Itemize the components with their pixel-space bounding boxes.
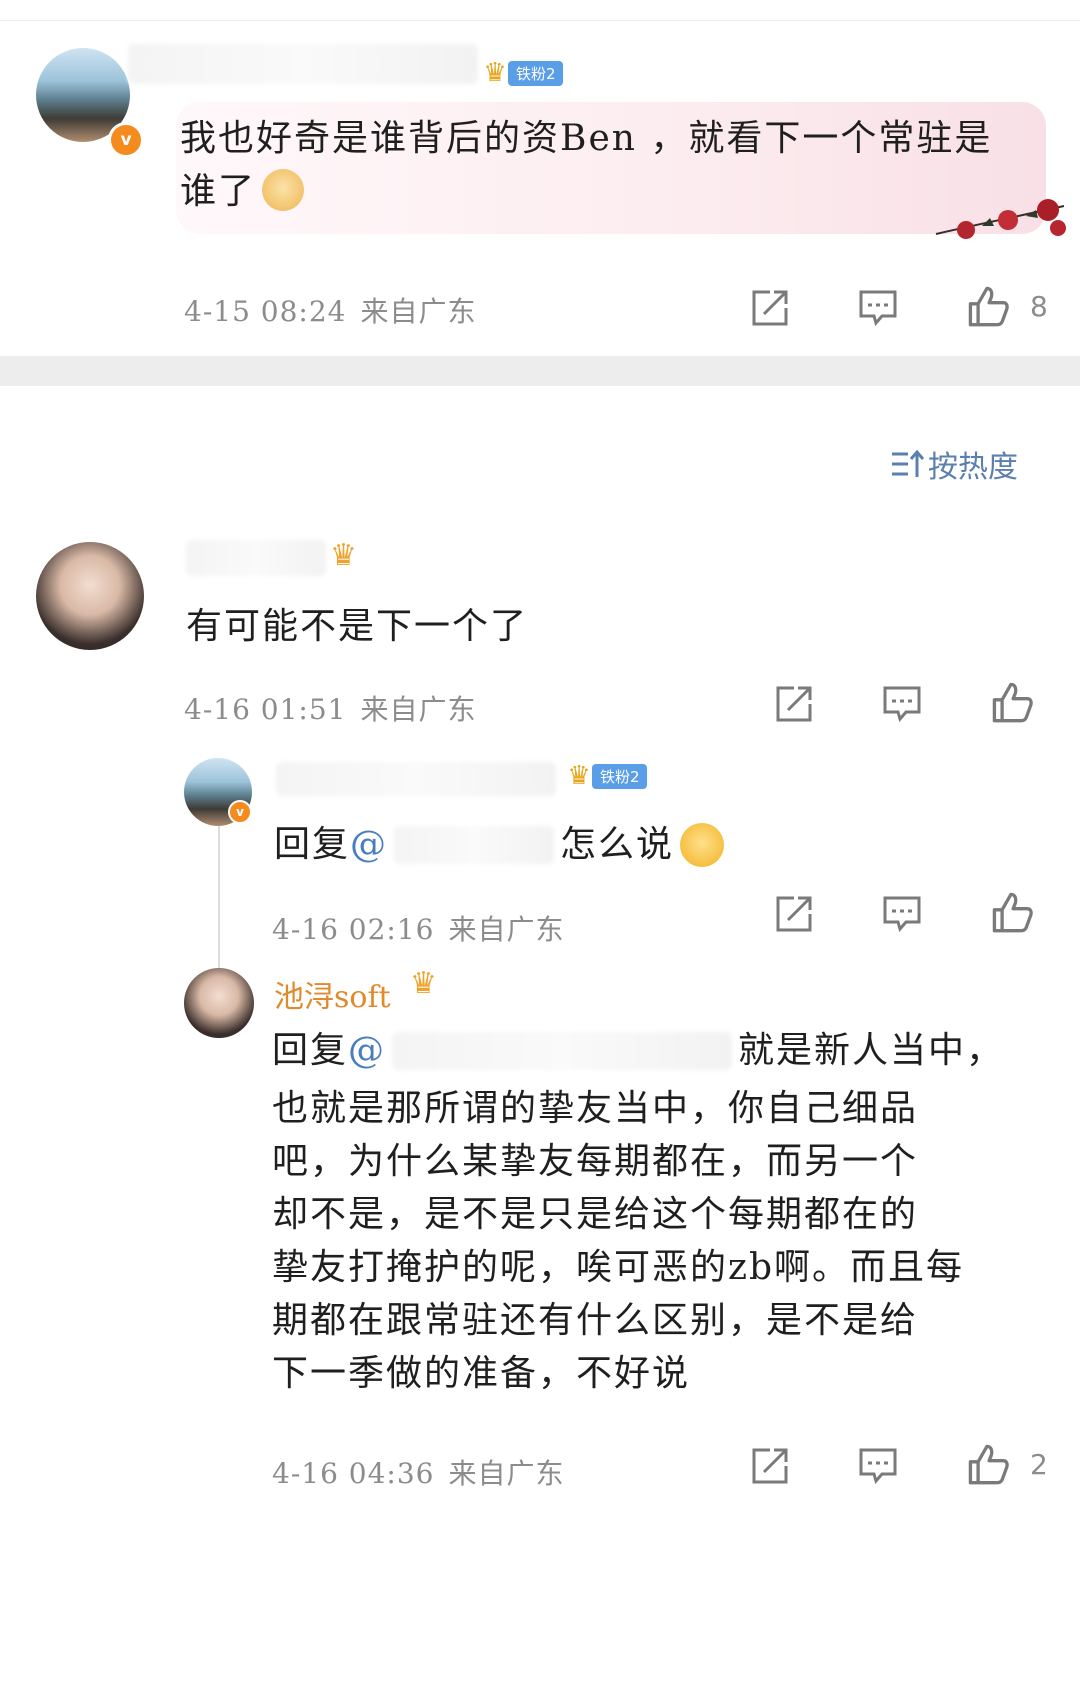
verified-badge-icon: v	[108, 122, 144, 158]
doge-emoji-icon	[262, 169, 305, 211]
reply-line: 也就是那所谓的挚友当中，你自己细品	[272, 1088, 919, 1129]
verified-badge-icon: v	[228, 800, 252, 824]
mention[interactable]: @	[348, 1024, 386, 1077]
avatar[interactable]	[36, 542, 144, 650]
username-redacted[interactable]	[186, 540, 326, 576]
fan-badge: ♛ 铁粉2	[478, 58, 563, 88]
reply-line: 期都在跟常驻还有什么区别，是不是给	[272, 1300, 919, 1341]
reply-text: 也就是那所谓的挚友当中，你自己细品 吧，为什么某挚友每期都在，而另一个 却不是，…	[272, 1082, 1062, 1400]
reply-text: 回复 @ 怎么说	[274, 818, 725, 871]
location: 来自广东	[360, 295, 477, 328]
comment-icon[interactable]	[882, 684, 922, 724]
share-icon[interactable]	[750, 288, 790, 328]
reply-line: 吧，为什么某挚友每期都在，而另一个	[272, 1141, 919, 1182]
reply-line: 挚友打掩护的呢，唉可恶的zb啊。而且每	[272, 1247, 965, 1288]
timestamp: 4-15 08:24	[184, 295, 347, 328]
like-count: 2	[1030, 1448, 1048, 1481]
sort-by-hot-button[interactable]: 按热度	[890, 442, 1018, 486]
mention-redacted[interactable]	[392, 1031, 733, 1070]
like-count: 8	[1030, 290, 1048, 323]
comment-text: 我也好奇是谁背后的资Ben ，就看下一个常驻是谁了	[180, 118, 993, 212]
mention[interactable]: @	[350, 818, 388, 871]
comment-icon[interactable]	[858, 1446, 898, 1486]
username-redacted[interactable]	[128, 44, 478, 84]
timestamp: 4-16 04:36	[272, 1457, 435, 1490]
section-divider	[0, 356, 1080, 386]
share-icon[interactable]	[750, 1446, 790, 1486]
comment-meta: 4-15 08:24 来自广东	[184, 290, 491, 330]
crown-icon: ♛	[483, 58, 507, 88]
comment-meta: 4-16 01:51 来自广东	[184, 688, 491, 728]
reply-first-line: 回复 @ 就是新人当中，	[272, 1024, 1052, 1077]
sort-label: 按热度	[928, 450, 1018, 485]
thumbs-up-icon[interactable]	[966, 1442, 1010, 1486]
top-divider	[0, 20, 1080, 21]
location: 来自广东	[360, 693, 477, 726]
reply-meta: 4-16 04:36 来自广东	[272, 1452, 579, 1492]
thumbs-up-icon[interactable]	[990, 680, 1034, 724]
reply-prefix: 回复	[272, 1030, 349, 1071]
reply-prefix: 回复	[274, 824, 351, 865]
thumbs-up-icon[interactable]	[966, 284, 1010, 328]
mention-redacted[interactable]	[394, 825, 555, 864]
sort-icon	[892, 449, 924, 477]
thumbs-up-icon[interactable]	[990, 890, 1034, 934]
avatar[interactable]	[184, 968, 254, 1038]
location: 来自广东	[448, 913, 565, 946]
crown-icon: ♛	[330, 538, 357, 573]
crown-icon: ♛	[567, 761, 591, 791]
comment-icon[interactable]	[882, 894, 922, 934]
comment-icon[interactable]	[858, 288, 898, 328]
reply-thread-line	[218, 820, 220, 970]
location: 来自广东	[448, 1457, 565, 1490]
thinking-emoji-icon	[680, 822, 725, 867]
share-icon[interactable]	[774, 684, 814, 724]
share-icon[interactable]	[774, 894, 814, 934]
comment-text: 有可能不是下一个了	[186, 606, 529, 647]
timestamp: 4-16 02:16	[272, 913, 435, 946]
username-redacted[interactable]	[276, 762, 556, 796]
crown-icon: ♛	[410, 966, 437, 1001]
timestamp: 4-16 01:51	[184, 693, 347, 726]
fan-badge: ♛ 铁粉2	[562, 761, 647, 791]
reply-meta: 4-16 02:16 来自广东	[272, 908, 579, 948]
username[interactable]: 池浔soft	[274, 972, 391, 1016]
reply-line: 却不是，是不是只是给这个每期都在的	[272, 1194, 919, 1235]
reply-line: 下一季做的准备，不好说	[272, 1353, 691, 1394]
